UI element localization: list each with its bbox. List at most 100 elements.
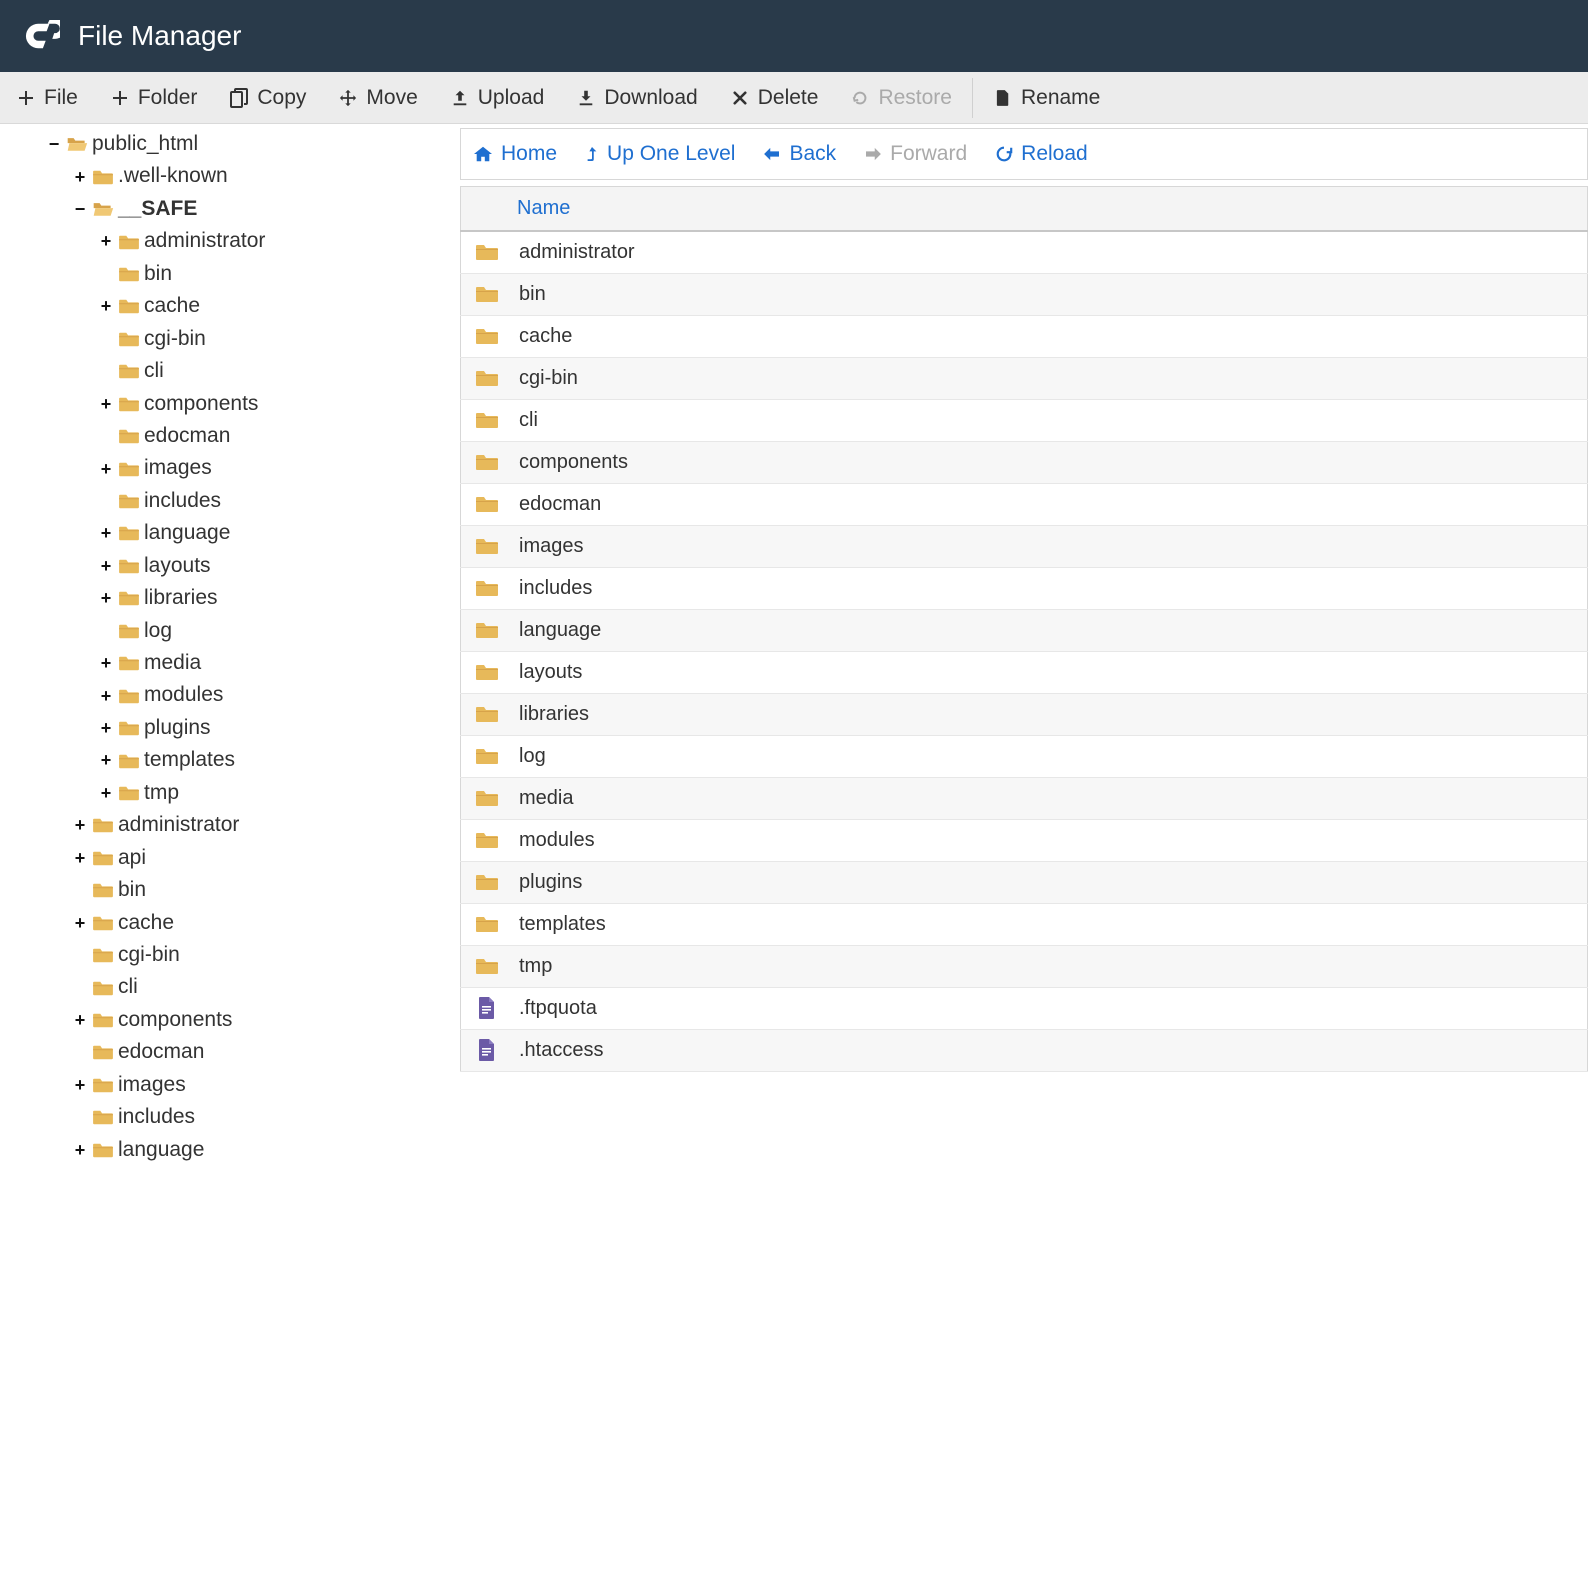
tree-node[interactable]: + cgi-bin: [98, 323, 460, 355]
expand-icon[interactable]: +: [72, 169, 88, 185]
tree-node[interactable]: + media: [98, 647, 460, 679]
collapse-icon[interactable]: −: [46, 136, 62, 152]
expand-icon[interactable]: +: [98, 720, 114, 736]
expand-icon[interactable]: +: [98, 461, 114, 477]
table-row[interactable]: includes: [461, 567, 1588, 609]
table-row[interactable]: .htaccess: [461, 1029, 1588, 1071]
column-header-name[interactable]: Name: [461, 187, 1588, 232]
nav-forward-button[interactable]: Forward: [864, 142, 967, 166]
expand-icon[interactable]: +: [98, 688, 114, 704]
expand-icon[interactable]: +: [98, 558, 114, 574]
nav-reload-button[interactable]: Reload: [995, 142, 1088, 166]
tree-node[interactable]: + cgi-bin: [72, 939, 460, 971]
table-row[interactable]: templates: [461, 903, 1588, 945]
expand-icon[interactable]: +: [72, 1142, 88, 1158]
nav-up-button[interactable]: Up One Level: [585, 142, 735, 166]
table-row[interactable]: bin: [461, 273, 1588, 315]
expand-icon[interactable]: +: [98, 298, 114, 314]
expand-icon[interactable]: +: [72, 850, 88, 866]
table-row[interactable]: libraries: [461, 693, 1588, 735]
folder-icon: [473, 494, 501, 514]
table-row[interactable]: language: [461, 609, 1588, 651]
tree-node[interactable]: + plugins: [98, 712, 460, 744]
table-row[interactable]: cgi-bin: [461, 357, 1588, 399]
tree-node[interactable]: + bin: [72, 874, 460, 906]
tree-node[interactable]: + administrator: [72, 809, 460, 841]
expand-icon[interactable]: +: [98, 590, 114, 606]
download-button[interactable]: Download: [560, 72, 713, 123]
tree-node[interactable]: + modules: [98, 679, 460, 711]
delete-button[interactable]: Delete: [714, 72, 835, 123]
tree-node[interactable]: + api: [72, 842, 460, 874]
table-row[interactable]: .ftpquota: [461, 987, 1588, 1029]
tree-node-public-html[interactable]: − public_html: [46, 128, 460, 160]
tree-node[interactable]: + components: [72, 1004, 460, 1036]
table-row[interactable]: cache: [461, 315, 1588, 357]
expand-icon[interactable]: +: [98, 525, 114, 541]
tree-node[interactable]: + edocman: [72, 1036, 460, 1068]
tree-node[interactable]: + cli: [72, 971, 460, 1003]
new-file-label: File: [44, 86, 78, 110]
table-row[interactable]: components: [461, 441, 1588, 483]
expand-icon[interactable]: +: [72, 915, 88, 931]
tree-node[interactable]: + includes: [98, 485, 460, 517]
tree-node-safe[interactable]: − __SAFE: [72, 193, 460, 225]
file-icon: [993, 89, 1013, 107]
undo-icon: [850, 89, 870, 107]
tree-label: .well-known: [118, 161, 228, 191]
collapse-icon[interactable]: −: [72, 201, 88, 217]
app-title: File Manager: [78, 20, 241, 52]
nav-back-button[interactable]: Back: [763, 142, 836, 166]
table-row[interactable]: layouts: [461, 651, 1588, 693]
table-row[interactable]: plugins: [461, 861, 1588, 903]
tree-node[interactable]: + edocman: [98, 420, 460, 452]
restore-button[interactable]: Restore: [834, 72, 968, 123]
move-button[interactable]: Move: [322, 72, 433, 123]
tree-node[interactable]: + images: [72, 1069, 460, 1101]
upload-button[interactable]: Upload: [434, 72, 561, 123]
tree-node[interactable]: + administrator: [98, 225, 460, 257]
tree-node[interactable]: + tmp: [98, 777, 460, 809]
rename-button[interactable]: Rename: [977, 72, 1116, 123]
expand-icon[interactable]: +: [98, 785, 114, 801]
tree-label: cgi-bin: [144, 324, 206, 354]
folder-tree: − public_html + .well-known − __SAF: [0, 124, 460, 1170]
table-row[interactable]: log: [461, 735, 1588, 777]
expand-icon[interactable]: +: [98, 655, 114, 671]
tree-node-well-known[interactable]: + .well-known: [72, 160, 460, 192]
folder-icon: [473, 410, 501, 430]
expand-icon[interactable]: +: [72, 817, 88, 833]
new-file-button[interactable]: File: [0, 72, 94, 123]
expand-icon[interactable]: +: [72, 1077, 88, 1093]
expand-icon[interactable]: +: [98, 753, 114, 769]
table-row[interactable]: images: [461, 525, 1588, 567]
folder-icon: [473, 662, 501, 682]
tree-node[interactable]: + bin: [98, 258, 460, 290]
tree-node[interactable]: + libraries: [98, 582, 460, 614]
table-row[interactable]: edocman: [461, 483, 1588, 525]
table-row[interactable]: tmp: [461, 945, 1588, 987]
tree-node[interactable]: + cache: [72, 907, 460, 939]
tree-node[interactable]: + includes: [72, 1101, 460, 1133]
tree-node[interactable]: + images: [98, 452, 460, 484]
tree-node[interactable]: + templates: [98, 744, 460, 776]
table-row[interactable]: media: [461, 777, 1588, 819]
new-folder-button[interactable]: Folder: [94, 72, 214, 123]
tree-node[interactable]: + cli: [98, 355, 460, 387]
table-row[interactable]: cli: [461, 399, 1588, 441]
table-row[interactable]: administrator: [461, 231, 1588, 273]
tree-node[interactable]: + language: [72, 1134, 460, 1166]
expand-icon[interactable]: +: [98, 396, 114, 412]
tree-node[interactable]: + components: [98, 388, 460, 420]
table-row[interactable]: modules: [461, 819, 1588, 861]
tree-node[interactable]: + cache: [98, 290, 460, 322]
expand-icon[interactable]: +: [98, 234, 114, 250]
copy-button[interactable]: Copy: [213, 72, 322, 123]
nav-home-button[interactable]: Home: [473, 142, 557, 166]
folder-icon: [473, 452, 501, 472]
tree-node[interactable]: + layouts: [98, 550, 460, 582]
tree-node[interactable]: + language: [98, 517, 460, 549]
expand-icon[interactable]: +: [72, 1012, 88, 1028]
new-folder-label: Folder: [138, 86, 198, 110]
tree-node[interactable]: + log: [98, 615, 460, 647]
